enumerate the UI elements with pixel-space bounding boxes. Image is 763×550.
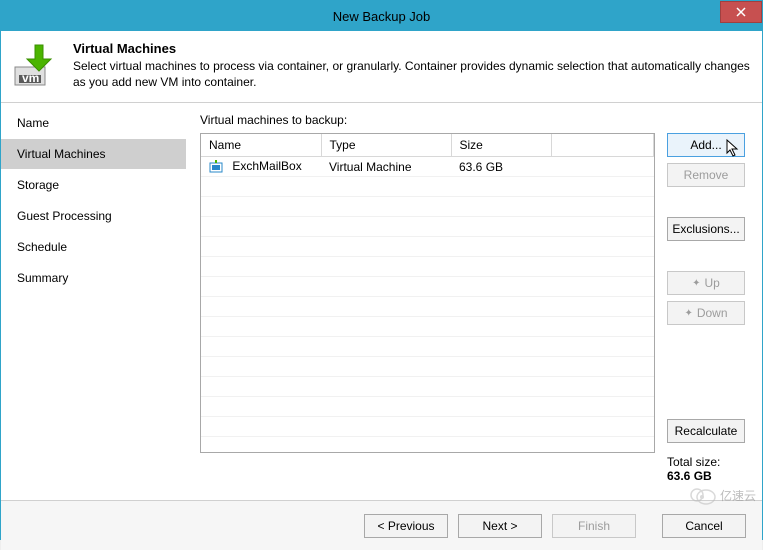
finish-button: Finish	[552, 514, 636, 538]
col-type[interactable]: Type	[321, 134, 451, 157]
total-size: Total size: 63.6 GB	[667, 455, 745, 483]
col-name[interactable]: Name	[201, 134, 321, 157]
vm-icon	[209, 160, 225, 174]
add-button[interactable]: Add...	[667, 133, 745, 157]
sidebar-item-summary[interactable]: Summary	[1, 263, 186, 293]
sidebar-item-guest-processing[interactable]: Guest Processing	[1, 201, 186, 231]
close-icon	[736, 7, 746, 17]
sidebar-item-schedule[interactable]: Schedule	[1, 232, 186, 262]
action-buttons: Add... Remove Exclusions... ✦ Up ✦ Down …	[667, 133, 745, 483]
up-button: ✦ Up	[667, 271, 745, 295]
total-size-label: Total size:	[667, 455, 745, 469]
arrow-up-icon: ✦	[692, 278, 700, 289]
wizard-body: Name Virtual Machines Storage Guest Proc…	[1, 103, 762, 500]
window-title: New Backup Job	[333, 9, 431, 24]
vm-wizard-icon: vm	[13, 41, 61, 89]
wizard-window: New Backup Job vm Virtual Machines Selec…	[0, 0, 763, 540]
arrow-down-icon: ✦	[684, 308, 692, 319]
recalculate-button[interactable]: Recalculate	[667, 419, 745, 443]
previous-button[interactable]: < Previous	[364, 514, 448, 538]
close-button[interactable]	[720, 1, 762, 23]
sidebar-item-storage[interactable]: Storage	[1, 170, 186, 200]
cancel-button[interactable]: Cancel	[662, 514, 746, 538]
wizard-footer: < Previous Next > Finish Cancel	[1, 500, 762, 550]
cell-size: 63.6 GB	[451, 157, 551, 177]
cell-name: ExchMailBox	[232, 159, 301, 173]
remove-button: Remove	[667, 163, 745, 187]
svg-text:vm: vm	[22, 71, 39, 85]
sidebar-item-virtual-machines[interactable]: Virtual Machines	[1, 139, 186, 169]
total-size-value: 63.6 GB	[667, 469, 745, 483]
page-title: Virtual Machines	[73, 41, 750, 56]
down-button: ✦ Down	[667, 301, 745, 325]
sidebar-item-name[interactable]: Name	[1, 108, 186, 138]
page-description: Select virtual machines to process via c…	[73, 58, 750, 90]
next-button[interactable]: Next >	[458, 514, 542, 538]
content-pane: Virtual machines to backup: Name Type Si…	[186, 103, 762, 500]
col-spacer	[551, 134, 654, 157]
titlebar: New Backup Job	[1, 1, 762, 31]
vm-list-label: Virtual machines to backup:	[200, 113, 746, 127]
watermark: 亿速云	[688, 485, 756, 505]
table-row[interactable]: ExchMailBox Virtual Machine 63.6 GB	[201, 157, 654, 177]
vm-table[interactable]: Name Type Size	[200, 133, 655, 453]
wizard-steps-sidebar: Name Virtual Machines Storage Guest Proc…	[1, 103, 186, 500]
col-size[interactable]: Size	[451, 134, 551, 157]
exclusions-button[interactable]: Exclusions...	[667, 217, 745, 241]
cell-type: Virtual Machine	[321, 157, 451, 177]
wizard-header: vm Virtual Machines Select virtual machi…	[1, 31, 762, 103]
